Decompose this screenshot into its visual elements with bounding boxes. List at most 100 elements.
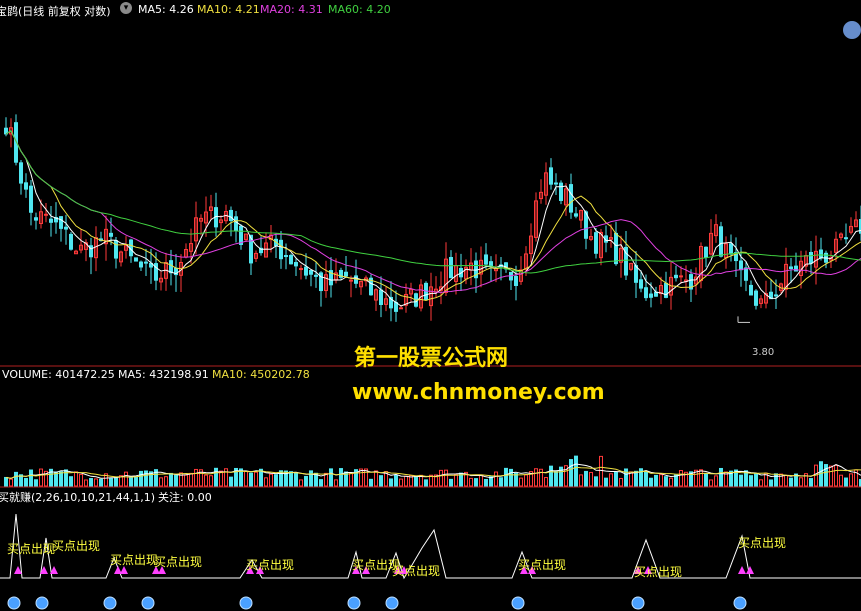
volume-bar (79, 473, 83, 487)
volume-bar (609, 473, 613, 487)
candle-body (514, 275, 518, 286)
volume-bar (519, 477, 523, 487)
volume-bar (824, 464, 828, 487)
candle-body (634, 265, 638, 283)
candle-body (44, 213, 48, 216)
volume-bar (624, 468, 628, 487)
volume-bar (74, 471, 78, 487)
candle-body (729, 243, 733, 255)
volume-bar (84, 479, 88, 487)
candle-body (794, 265, 798, 272)
corner-logo-icon (843, 21, 861, 39)
volume-bar (484, 478, 488, 487)
signal-label: 买点出现 (52, 539, 101, 553)
signal-label: 买点出现 (738, 536, 787, 550)
volume-bar (124, 471, 128, 487)
watermark-url: www.chnmoney.com (352, 380, 605, 405)
chart-canvas (0, 21, 861, 610)
volume-bar (414, 475, 418, 487)
volume-bar (269, 473, 273, 487)
volume-bar (389, 478, 393, 487)
volume-bar (204, 474, 208, 487)
volume-bar (584, 470, 588, 487)
candle-body (64, 226, 68, 230)
volume-bar (139, 470, 143, 487)
candle-body (449, 256, 453, 279)
volume-bar (174, 474, 178, 487)
volume-bar (329, 468, 333, 487)
volume-bar (749, 475, 753, 487)
volume-bar (679, 470, 683, 487)
candle-body (314, 274, 318, 277)
signal-ball-icon (239, 596, 253, 610)
volume-bar (59, 471, 63, 487)
volume-bar (619, 477, 623, 487)
volume-bar (69, 476, 73, 487)
indicator-focus: 关注: 0.00 (158, 491, 212, 504)
buy-arrow-icon (746, 566, 754, 574)
volume-bar (719, 467, 723, 487)
chevron-down-icon[interactable]: ▾ (120, 2, 132, 14)
candle-body (569, 184, 573, 213)
volume-bar (844, 477, 848, 487)
volume-bar (339, 468, 343, 487)
volume-bar (834, 464, 838, 487)
candle-body (399, 307, 403, 310)
volume-bar (294, 472, 298, 487)
volume-bar (109, 478, 113, 487)
signal-ball-icon (35, 596, 49, 610)
volume-bar (99, 478, 103, 487)
volume-bar (504, 467, 508, 487)
candle-body (614, 232, 618, 265)
candle-body (774, 294, 778, 297)
volume-bar (469, 477, 473, 487)
volume-bar (274, 474, 278, 487)
candle-body (59, 216, 63, 229)
volume-bar (169, 472, 173, 487)
volume-bar (634, 470, 638, 487)
signal-ball-icon (141, 596, 155, 610)
candle-body (594, 232, 598, 254)
indicator-name: 买就赚(2,26,10,10,21,44,1,1) (0, 491, 156, 504)
volume-bar (554, 471, 558, 487)
candle-body (139, 261, 143, 268)
candle-body (844, 237, 848, 240)
stock-chart: 宝鹍(日线 前复权 对数) ▾ MA5: 4.26 MA10: 4.21 MA2… (0, 0, 861, 611)
volume-bar (614, 471, 618, 487)
volume-bar (334, 479, 338, 487)
candle-body (719, 226, 723, 257)
volume-bar (704, 473, 708, 487)
volume-bar (799, 477, 803, 487)
volume-bar (34, 479, 38, 487)
volume-bar (629, 471, 633, 487)
candle-body (49, 218, 53, 223)
volume-bar (219, 470, 223, 487)
candle-body (169, 260, 173, 274)
candle-body (234, 216, 238, 232)
volume-bar (454, 474, 458, 487)
signal-ball-icon (347, 596, 361, 610)
volume-bar (374, 470, 378, 487)
volume-bar (4, 476, 8, 487)
candle-body (19, 162, 23, 184)
watermark-title: 第一股票公式网 (354, 346, 509, 371)
volume-bar (14, 471, 18, 487)
volume-bar (159, 477, 163, 487)
ma20-value: MA20: 4.31 (260, 3, 323, 16)
candle-body (69, 233, 73, 250)
candle-body (394, 302, 398, 312)
candle-body (134, 257, 138, 262)
candle-body (299, 268, 303, 271)
candle-body (549, 167, 553, 185)
volume-bar (134, 476, 138, 487)
candle-body (304, 266, 308, 276)
volume-bar (164, 476, 168, 487)
volume-bar (674, 474, 678, 487)
volume-bar (599, 455, 603, 487)
signal-ball-icon (511, 596, 525, 610)
volume-bar (754, 473, 758, 487)
volume-bar (379, 475, 383, 487)
volume-bar (94, 478, 98, 487)
ma10-value: MA10: 4.21 (197, 3, 260, 16)
volume-bar (254, 471, 258, 487)
